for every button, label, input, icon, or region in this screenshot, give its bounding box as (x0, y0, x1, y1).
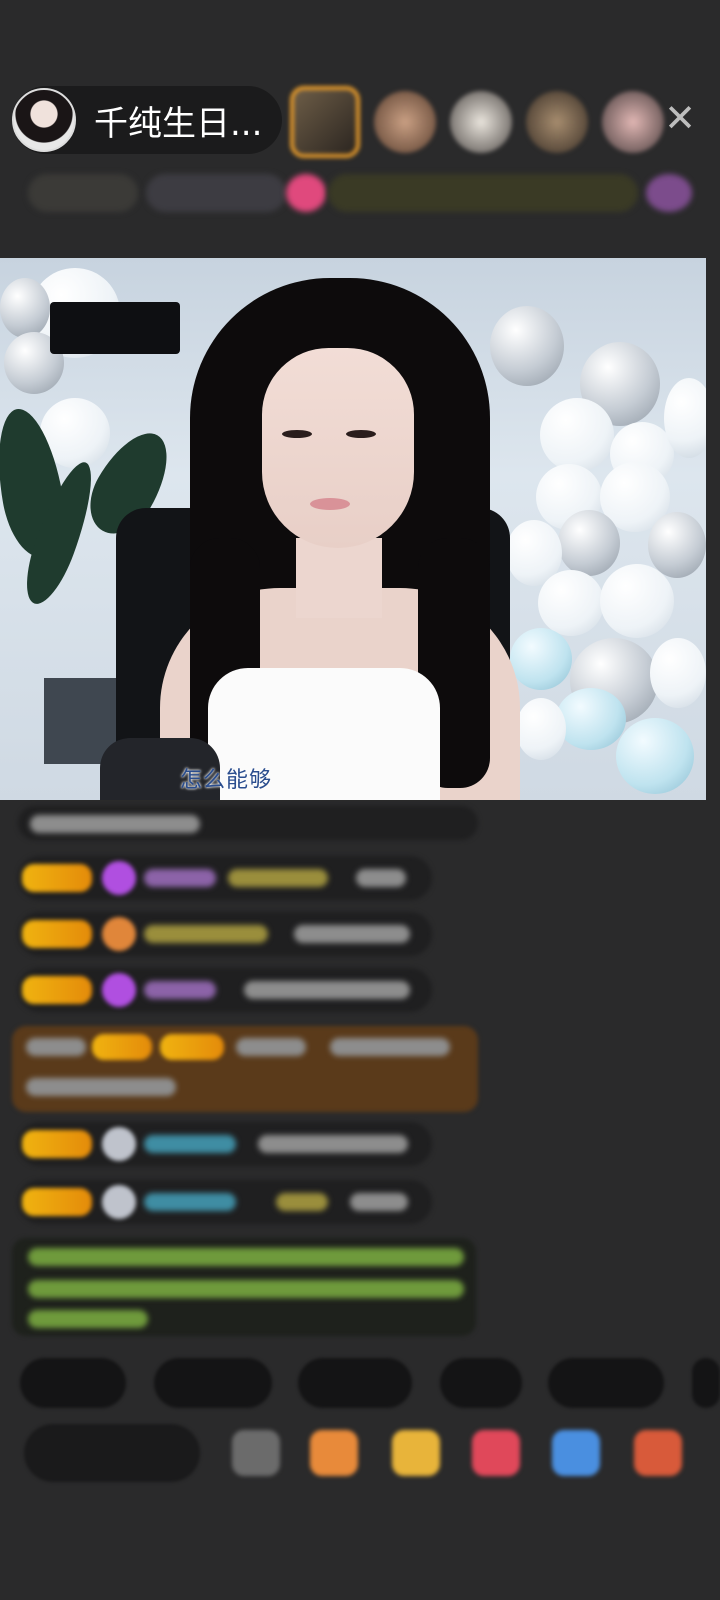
emoji-icon[interactable] (232, 1430, 280, 1476)
balloon (648, 512, 706, 578)
chat-text (258, 1135, 408, 1153)
host-name: 千纯生日... (94, 103, 263, 144)
viewer-avatar[interactable] (290, 86, 360, 158)
host-avatar[interactable] (12, 88, 76, 152)
gem-icon (102, 973, 136, 1007)
heart-icon[interactable] (286, 174, 326, 212)
close-icon[interactable]: ✕ (662, 99, 698, 137)
avatar (102, 1127, 136, 1161)
chat-username (144, 1193, 236, 1211)
balloon (600, 564, 674, 638)
chat-text (26, 1038, 86, 1056)
chat-text (26, 1078, 176, 1096)
viewer-avatar[interactable] (374, 91, 436, 153)
notice-text (28, 1280, 464, 1298)
chat-text (276, 1193, 328, 1211)
balloon (558, 510, 620, 576)
chat-username (144, 869, 216, 887)
chat-username (144, 981, 216, 999)
top-viewers (290, 86, 664, 158)
video-subtitle: 怎么能够 (180, 768, 273, 793)
chat-text (30, 815, 200, 833)
level-badge (22, 1188, 92, 1216)
quick-reply-chip[interactable] (548, 1358, 664, 1408)
treasure-icon[interactable] (392, 1430, 440, 1476)
balloon (0, 278, 50, 338)
balloon (556, 688, 626, 750)
level-badge (22, 864, 92, 892)
balloon (490, 306, 564, 386)
game-icon[interactable] (552, 1430, 600, 1476)
live-video[interactable]: 怎么能够 (0, 258, 706, 800)
chat-text (330, 1038, 450, 1056)
level-badge (22, 1130, 92, 1158)
level-badge (160, 1034, 224, 1060)
quick-reply-chip[interactable] (154, 1358, 272, 1408)
level-badge (22, 920, 92, 948)
quick-reply-chip[interactable] (440, 1358, 522, 1408)
more-icon[interactable] (634, 1430, 682, 1476)
gift-icon[interactable] (646, 174, 692, 212)
rank-tag[interactable] (28, 174, 138, 212)
lamp (50, 302, 180, 354)
chat-username (236, 1038, 306, 1056)
chat-username (228, 869, 328, 887)
fan-tag[interactable] (146, 174, 286, 212)
chat-username (144, 1135, 236, 1153)
chat-input[interactable] (24, 1424, 200, 1482)
chat-text (294, 925, 410, 943)
level-badge (22, 976, 92, 1004)
balloon (650, 638, 706, 708)
balloon (540, 398, 614, 472)
streamer-eye (282, 430, 312, 438)
host-profile-pill[interactable]: 千纯生日... (12, 86, 282, 154)
balloon (510, 628, 572, 690)
chat-text (244, 981, 410, 999)
viewer-avatar[interactable] (526, 91, 588, 153)
chat-username (144, 925, 268, 943)
notice-banner[interactable] (328, 174, 638, 212)
notice-text (28, 1248, 464, 1266)
room-tags-row (18, 170, 708, 216)
viewer-avatar[interactable] (450, 91, 512, 153)
notice-text (28, 1310, 148, 1328)
gem-icon (102, 861, 136, 895)
avatar (102, 1185, 136, 1219)
gift-box-icon[interactable] (310, 1430, 358, 1476)
quick-reply-chip[interactable] (692, 1358, 720, 1408)
balloon (664, 378, 706, 458)
streamer-eye (346, 430, 376, 438)
red-packet-icon[interactable] (472, 1430, 520, 1476)
balloon (538, 570, 604, 636)
quick-reply-chip[interactable] (298, 1358, 412, 1408)
streamer-face (262, 348, 414, 548)
quick-reply-chip[interactable] (20, 1358, 126, 1408)
chat-text (350, 1193, 408, 1211)
chat-text (356, 869, 406, 887)
level-badge (92, 1034, 152, 1060)
balloon (616, 718, 694, 794)
gem-icon (102, 917, 136, 951)
quick-reply-row (20, 1358, 720, 1408)
streamer-neck (296, 538, 382, 618)
viewer-avatar[interactable] (602, 91, 664, 153)
streamer-lips (310, 498, 350, 510)
balloon (516, 698, 566, 760)
